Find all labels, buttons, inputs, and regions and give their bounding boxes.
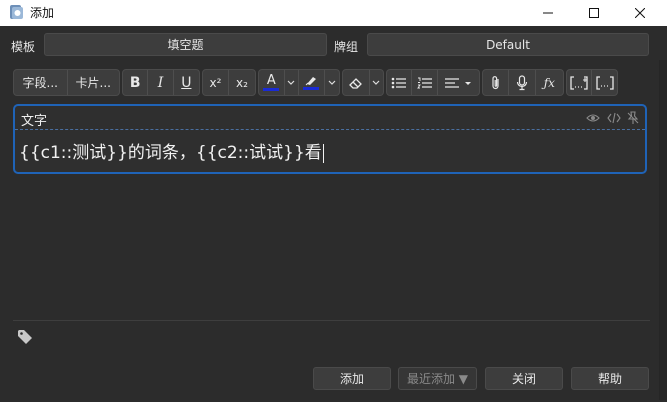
bullet-list-icon <box>391 77 407 88</box>
history-button[interactable]: 最近添加 ▼ <box>398 367 477 390</box>
maximize-button[interactable] <box>571 0 617 26</box>
chevron-down-icon <box>328 80 336 85</box>
superscript-button[interactable]: x² <box>203 70 230 95</box>
field-content[interactable]: {{c1::测试}}的词条，{{c2::试试}}看 <box>19 138 324 163</box>
eraser-icon <box>348 77 362 89</box>
text-color-icon: A <box>266 73 276 88</box>
cards-button[interactable]: 卡片... <box>68 70 120 95</box>
cloze-plus-icon <box>570 75 588 90</box>
field-editor[interactable]: 文字 {{c1::测试}}的词条，{{c2::试试}}看 <box>13 104 647 174</box>
bold-button[interactable]: B <box>123 70 149 95</box>
code-icon[interactable] <box>607 111 621 125</box>
chevron-down-icon <box>372 80 380 85</box>
text-caret <box>322 143 324 163</box>
close-icon <box>635 8 645 18</box>
close-window-button[interactable] <box>617 0 663 26</box>
highlighter-icon <box>305 77 317 86</box>
window-title: 添加 <box>30 6 55 20</box>
text-color-button[interactable]: A <box>259 70 285 95</box>
field-header: 文字 <box>15 106 645 130</box>
microphone-icon <box>516 74 528 90</box>
format-group: B I U <box>122 69 200 96</box>
close-button[interactable]: 关闭 <box>485 367 563 390</box>
title-bar: 添加 <box>0 0 667 26</box>
tags-divider <box>13 320 650 321</box>
highlight-swatch <box>303 87 320 90</box>
cloze-same-button[interactable] <box>592 70 617 95</box>
window-edge <box>659 60 667 400</box>
align-button[interactable] <box>438 70 479 95</box>
deck-selector[interactable]: Default <box>367 33 649 56</box>
unordered-list-button[interactable] <box>387 70 413 95</box>
align-left-icon <box>445 77 472 88</box>
text-color-dropdown[interactable] <box>285 70 299 95</box>
help-button[interactable]: 帮助 <box>571 367 649 390</box>
color-group: A <box>258 69 340 96</box>
minimize-icon <box>543 12 553 14</box>
media-group: ƒx <box>482 69 564 96</box>
highlight-dropdown[interactable] <box>325 70 339 95</box>
text-color-swatch <box>263 88 280 91</box>
fields-cards-group: 字段... 卡片... <box>13 69 120 96</box>
field-name: 文字 <box>21 114 48 129</box>
deck-label: 牌组 <box>334 40 359 54</box>
underline-button[interactable]: U <box>174 70 199 95</box>
chevron-down-icon <box>287 80 295 85</box>
cloze-new-button[interactable] <box>567 70 593 95</box>
add-button[interactable]: 添加 <box>313 367 391 390</box>
clear-format-dropdown[interactable] <box>370 70 383 95</box>
tag-icon[interactable] <box>17 329 33 345</box>
function-icon: ƒx <box>543 75 555 90</box>
maximize-icon <box>589 8 599 18</box>
clear-format-button[interactable] <box>343 70 370 95</box>
field-text: {{c1::测试}}的词条，{{c2::试试}}看 <box>19 143 322 163</box>
attach-button[interactable] <box>483 70 510 95</box>
editor-toolbar: 字段... 卡片... B I U x² x₂ A ƒx <box>13 69 621 97</box>
italic-button[interactable]: I <box>148 70 174 95</box>
paperclip-icon <box>492 75 499 89</box>
cloze-icon <box>595 75 614 90</box>
notetype-label: 模板 <box>11 40 36 54</box>
app-icon <box>10 5 23 19</box>
subscript-button[interactable]: x₂ <box>229 70 255 95</box>
record-audio-button[interactable] <box>509 70 536 95</box>
script-group: x² x₂ <box>202 69 256 96</box>
minimize-button[interactable] <box>525 0 571 26</box>
math-button[interactable]: ƒx <box>536 70 563 95</box>
list-group <box>386 69 480 96</box>
cloze-group <box>566 69 618 96</box>
eraser-group <box>342 69 384 96</box>
fields-button[interactable]: 字段... <box>14 70 68 95</box>
pin-icon[interactable] <box>626 111 640 125</box>
highlight-button[interactable] <box>299 70 326 95</box>
eye-icon[interactable] <box>586 111 600 125</box>
numbered-list-icon <box>416 77 432 88</box>
ordered-list-button[interactable] <box>412 70 438 95</box>
notetype-selector[interactable]: 填空题 <box>44 33 327 56</box>
